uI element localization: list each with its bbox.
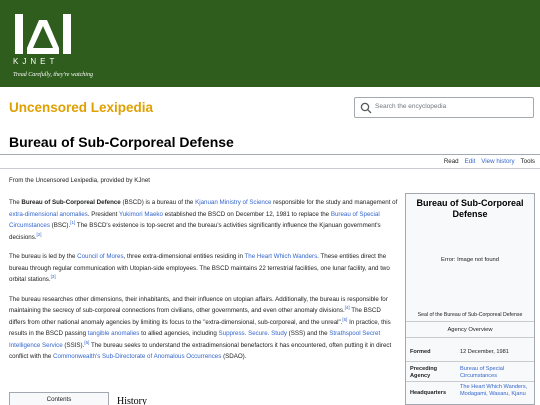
infobox-divider (406, 337, 534, 338)
search-placeholder: Search the encyclopedia (375, 103, 447, 110)
section-heading-history: History (117, 396, 147, 405)
citation[interactable]: [2] (37, 231, 42, 237)
infobox-caption: Seal of the Bureau of Sub-Corporeal Defe… (417, 312, 523, 318)
paragraph-research: The bureau researches other dimensions, … (9, 294, 399, 363)
infobox-section-header: Agency Overview (447, 327, 493, 333)
text: responsible for the study and management… (271, 199, 398, 206)
infobox-value-preceding[interactable]: Bureau of Special Circumstances (460, 366, 532, 380)
infobox-divider (406, 381, 534, 382)
logo-text: KJNET (13, 57, 59, 66)
provenance-line: From the Uncensored Lexipedia, provided … (9, 177, 151, 184)
link-extra-dimensional-anomalies[interactable]: extra-dimensional anomalies (9, 211, 88, 218)
toc-title: Contents (46, 396, 72, 403)
site-banner: KJNET Tread Carefully, they're watching (0, 0, 540, 87)
text: established the BSCD on December 12, 198… (162, 210, 331, 218)
text: (BSC). (49, 222, 71, 229)
text: (SSIS). (62, 341, 85, 349)
tab-read[interactable]: Read (444, 158, 459, 165)
infobox-title: Bureau of Sub-Corporeal Defense (416, 198, 524, 219)
text: The bureau researches other dimensions, … (9, 295, 388, 315)
page-title: Bureau of Sub-Corporeal Defense (9, 134, 234, 150)
link-yukimori-maeko[interactable]: Yukimori Maeko (119, 211, 163, 218)
infobox-value-formed: 12 December, 1981 (460, 349, 509, 355)
infobox: Bureau of Sub-Corporeal Defense Error: I… (405, 193, 535, 405)
paragraph-intro: The Bureau of Sub-Corporeal Defence (BSC… (9, 197, 399, 243)
infobox-divider (406, 361, 534, 362)
paragraph-leadership: The bureau is led by the Council of More… (9, 251, 399, 286)
site-title[interactable]: Uncensored Lexipedia (9, 100, 153, 115)
infobox-label-formed: Formed (410, 349, 431, 355)
link-council-of-mores[interactable]: Council of Mores (77, 253, 123, 260)
text: (SDAO). (221, 353, 247, 360)
link-heart-which-wanders[interactable]: The Heart Which Wanders (245, 253, 318, 260)
tabs-divider (0, 168, 540, 169)
link-suppress-secure-study[interactable]: Suppress. Secure. Study (219, 330, 287, 337)
text: , three extra-dimensional entities resid… (123, 253, 245, 260)
text: (BSCD) is a bureau of the (120, 199, 196, 206)
kjnet-logo[interactable] (13, 12, 73, 56)
infobox-divider (406, 321, 534, 322)
infobox-value-headquarters[interactable]: The Heart Which Wanders, Modagami, Wasar… (460, 384, 532, 398)
page-tabs: Read Edit View history Tools (444, 158, 535, 165)
article-body: The Bureau of Sub-Corporeal Defence (BSC… (9, 197, 399, 371)
link-ministry-of-science[interactable]: Kjanuan Ministry of Science (195, 199, 271, 206)
site-tagline: Tread Carefully, they're watching (13, 72, 93, 78)
infobox-label-preceding: Preceding Agency (410, 366, 438, 379)
citation[interactable]: [3] (51, 274, 56, 279)
article-subject: Bureau of Sub-Corporeal Defence (21, 199, 121, 206)
search-icon (360, 102, 372, 114)
text: The bureau is led by the (9, 253, 78, 260)
table-of-contents: Contents (9, 392, 109, 405)
tab-tools[interactable]: Tools (521, 158, 535, 165)
text: The (9, 199, 22, 206)
text: . President (87, 210, 119, 218)
title-divider (0, 154, 540, 155)
infobox-label-headquarters: Headquarters (410, 390, 447, 396)
text: (SSS) and the (286, 330, 330, 337)
tab-edit[interactable]: Edit (465, 158, 476, 165)
infobox-image-error: Error: Image not found (440, 257, 499, 263)
tab-view-history[interactable]: View history (481, 158, 514, 165)
link-commonwealth-sdao[interactable]: Commonwealth's Sub-Directorate of Anomal… (53, 353, 221, 360)
link-tangible-anomalies[interactable]: tangible anomalies (88, 330, 140, 337)
text: to allied agencies, including (139, 330, 219, 337)
search-input[interactable]: Search the encyclopedia (354, 97, 534, 118)
